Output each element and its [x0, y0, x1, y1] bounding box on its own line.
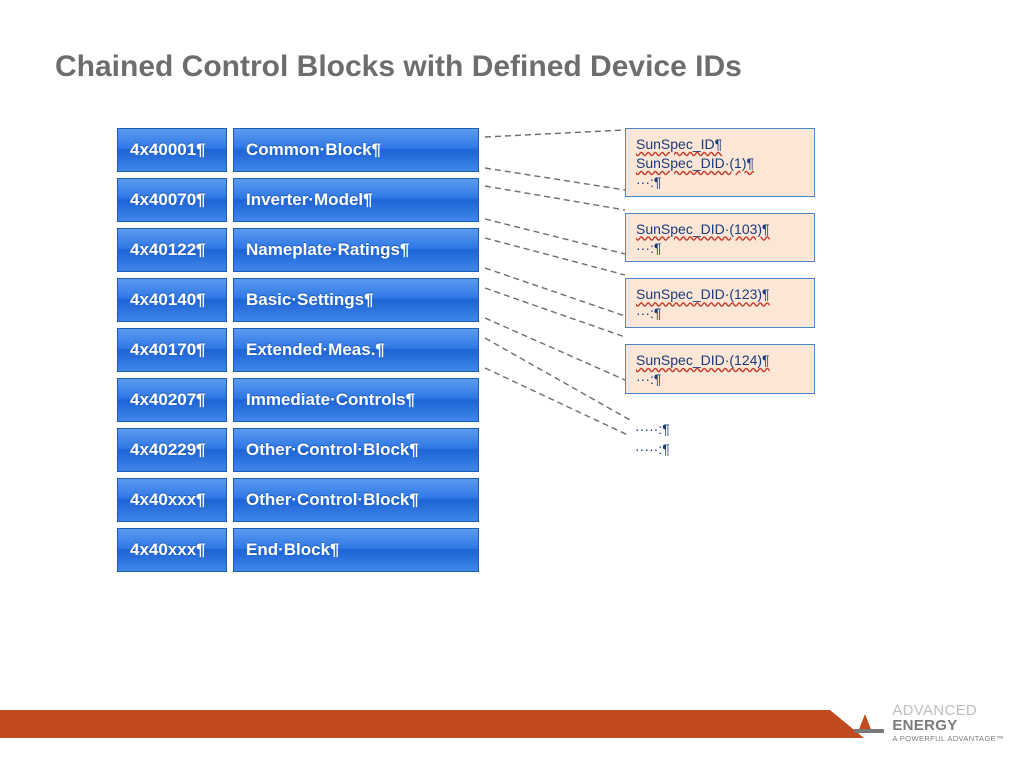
table-row: 4x40207¶ Immediate·Controls¶ — [117, 378, 482, 422]
detail-line: SunSpec_DID·(124)¶ — [636, 352, 770, 368]
logo-mark-icon — [854, 710, 884, 734]
detail-line: ···:¶ — [636, 239, 804, 258]
detail-line: ···:¶ — [636, 304, 804, 323]
detail-box: SunSpec_DID·(123)¶ ···:¶ — [625, 278, 815, 328]
name-cell: Immediate·Controls¶ — [233, 378, 479, 422]
name-cell: End·Block¶ — [233, 528, 479, 572]
table-row: 4x40122¶ Nameplate·Ratings¶ — [117, 228, 482, 272]
detail-column: SunSpec_ID¶ SunSpec_DID·(1)¶ ···:¶ SunSp… — [625, 128, 815, 410]
name-cell: Common·Block¶ — [233, 128, 479, 172]
addr-cell: 4x40xxx¶ — [117, 478, 227, 522]
addr-cell: 4x40207¶ — [117, 378, 227, 422]
name-cell: Extended·Meas.¶ — [233, 328, 479, 372]
logo-brand-b: ENERGY — [892, 717, 957, 734]
table-row: 4x40xxx¶ Other·Control·Block¶ — [117, 478, 482, 522]
name-cell: Other·Control·Block¶ — [233, 428, 479, 472]
addr-cell: 4x40170¶ — [117, 328, 227, 372]
detail-line: SunSpec_DID·(123)¶ — [636, 286, 770, 302]
table-row: 4x40xxx¶ End·Block¶ — [117, 528, 482, 572]
detail-line: ···:¶ — [636, 370, 804, 389]
name-cell: Inverter·Model¶ — [233, 178, 479, 222]
table-row: 4x40001¶ Common·Block¶ — [117, 128, 482, 172]
detail-box: SunSpec_ID¶ SunSpec_DID·(1)¶ ···:¶ — [625, 128, 815, 197]
detail-line: ···:¶ — [636, 173, 804, 192]
block-table: 4x40001¶ Common·Block¶ 4x40070¶ Inverter… — [117, 128, 482, 578]
addr-cell: 4x40229¶ — [117, 428, 227, 472]
addr-cell: 4x40xxx¶ — [117, 528, 227, 572]
addr-cell: 4x40122¶ — [117, 228, 227, 272]
detail-line: SunSpec_ID¶ — [636, 136, 722, 152]
name-cell: Basic·Settings¶ — [233, 278, 479, 322]
logo-tagline: A POWERFUL ADVANTAGE™ — [892, 735, 1004, 743]
brand-logo: ADVANCED ENERGY A POWERFUL ADVANTAGE™ — [854, 703, 1004, 743]
ellipsis-line: ·····:¶ — [635, 420, 670, 440]
footer-bar — [0, 710, 830, 738]
logo-text: ADVANCED ENERGY A POWERFUL ADVANTAGE™ — [892, 703, 1004, 743]
detail-line: SunSpec_DID·(103)¶ — [636, 221, 770, 237]
table-row: 4x40070¶ Inverter·Model¶ — [117, 178, 482, 222]
table-row: 4x40170¶ Extended·Meas.¶ — [117, 328, 482, 372]
name-cell: Other·Control·Block¶ — [233, 478, 479, 522]
ellipsis-markers: ·····:¶ ·····:¶ — [635, 420, 670, 459]
name-cell: Nameplate·Ratings¶ — [233, 228, 479, 272]
table-row: 4x40229¶ Other·Control·Block¶ — [117, 428, 482, 472]
table-row: 4x40140¶ Basic·Settings¶ — [117, 278, 482, 322]
detail-box: SunSpec_DID·(103)¶ ···:¶ — [625, 213, 815, 263]
addr-cell: 4x40070¶ — [117, 178, 227, 222]
slide: Chained Control Blocks with Defined Devi… — [0, 0, 1024, 768]
ellipsis-line: ·····:¶ — [635, 440, 670, 460]
detail-box: SunSpec_DID·(124)¶ ···:¶ — [625, 344, 815, 394]
addr-cell: 4x40140¶ — [117, 278, 227, 322]
slide-title: Chained Control Blocks with Defined Devi… — [55, 50, 742, 84]
detail-line: SunSpec_DID·(1)¶ — [636, 155, 754, 171]
addr-cell: 4x40001¶ — [117, 128, 227, 172]
